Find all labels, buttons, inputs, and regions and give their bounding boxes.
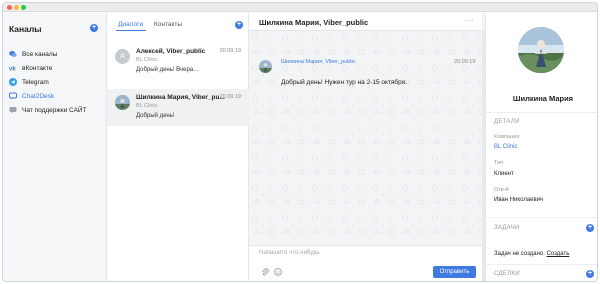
chat-bubble-icon	[9, 106, 17, 114]
active-tab-indicator	[116, 30, 146, 31]
message-composer: Напишите что-нибудь Отправить	[249, 245, 482, 281]
details-section-title: ДЕТАЛИ	[494, 119, 520, 125]
chat-title: Шилкина Мария, Viber_public	[259, 18, 369, 27]
window-titlebar	[3, 3, 597, 12]
dialog-last-message: Добрый день!	[136, 113, 175, 119]
minimize-window-button[interactable]	[14, 5, 19, 10]
tab-dialogs[interactable]: Диалоги	[118, 21, 143, 28]
dialog-list-item-selected[interactable]: Шилкина Мария, Viber_pu... 20.09.19 BL C…	[107, 89, 249, 126]
send-button[interactable]: Отправить	[433, 266, 476, 278]
attach-icon[interactable]	[261, 268, 269, 276]
dialogs-tabs: Диалоги Контакты +	[107, 13, 248, 31]
sidebar-item-vkontakte[interactable]: vk вКонтакте	[9, 63, 52, 73]
tasks-section-title: ЗАДАЧИ	[494, 225, 520, 231]
divider	[486, 264, 597, 265]
add-task-button[interactable]: +	[586, 224, 594, 232]
sidebar-item-label: вКонтакте	[22, 64, 53, 72]
contact-details-panel: Шилкина Мария ДЕТАЛИ Компания BL Clinic …	[485, 13, 597, 281]
sidebar-item-telegram[interactable]: Telegram	[9, 77, 49, 87]
responsible-label: Отв-й	[494, 187, 509, 193]
dialog-last-message: Добрый день! Вчера...	[136, 67, 199, 73]
dialog-name: Шилкина Мария, Viber_pu...	[136, 94, 225, 101]
message-sender[interactable]: Шилкина Мария, Viber_public	[281, 59, 355, 65]
dialog-date: 20.09.19	[219, 48, 241, 54]
create-task-link[interactable]: Создать	[547, 251, 570, 257]
profile-photo	[518, 27, 564, 73]
dialog-company: BL Clinic	[136, 103, 158, 109]
sidebar-item-label: Все каналы	[22, 50, 58, 58]
add-deal-button[interactable]: +	[586, 270, 594, 278]
sidebar-item-site-support[interactable]: Чат поддержки САЙТ	[9, 105, 87, 115]
svg-text:vk: vk	[9, 67, 16, 73]
chat2desk-icon	[9, 92, 17, 100]
chat-bubbles-icon	[9, 50, 17, 58]
dialog-company: BL Clinic	[136, 57, 158, 63]
add-channel-button[interactable]: +	[90, 24, 98, 32]
divider	[486, 217, 597, 218]
deals-section-title: СДЕЛКИ	[494, 271, 520, 277]
chat-header: Шилкина Мария, Viber_public ···	[249, 13, 482, 31]
tab-contacts[interactable]: Контакты	[154, 21, 182, 28]
sidebar-item-label: Чат поддержки САЙТ	[22, 106, 87, 114]
telegram-icon	[9, 78, 17, 86]
dialog-date: 20.09.19	[219, 94, 241, 100]
channels-title: Каналы	[9, 24, 42, 34]
dialog-name: Алексей, Viber_public	[136, 48, 206, 55]
divider	[486, 112, 597, 113]
sidebar-item-label: Telegram	[22, 78, 49, 86]
dialog-list-item[interactable]: А Алексей, Viber_public 20.09.19 BL Clin…	[107, 43, 249, 80]
more-menu-icon[interactable]: ···	[465, 16, 475, 25]
channels-sidebar: Каналы + Все каналы vk вКонтакте Telegra…	[3, 13, 107, 281]
tasks-empty-label: Задач не создано.	[494, 251, 545, 257]
close-window-button[interactable]	[7, 5, 12, 10]
company-value[interactable]: BL Clinic	[494, 144, 517, 150]
app-window: Каналы + Все каналы vk вКонтакте Telegra…	[2, 2, 598, 282]
chat-panel: Шилкина Мария, Viber_public ··· Шилкина …	[249, 13, 485, 281]
emoji-icon[interactable]	[274, 268, 282, 276]
company-label: Компания	[494, 134, 520, 140]
dialogs-panel: Диалоги Контакты + А Алексей, Viber_publ…	[107, 13, 249, 281]
vk-icon: vk	[9, 64, 17, 73]
tasks-empty-text: Задач не создано. Создать	[494, 251, 569, 257]
type-value: Клиент	[494, 171, 514, 177]
message-avatar	[259, 60, 272, 73]
maximize-window-button[interactable]	[21, 5, 26, 10]
responsible-value: Иван Николаевич	[494, 197, 544, 203]
message-input[interactable]: Напишите что-нибудь	[259, 250, 320, 256]
sidebar-item-chat2desk[interactable]: Chat2Desk	[9, 91, 54, 101]
sidebar-item-label: Chat2Desk	[22, 92, 55, 100]
sidebar-item-all-channels[interactable]: Все каналы	[9, 49, 57, 59]
message-date: 20.09.19	[454, 59, 476, 65]
avatar: А	[115, 49, 130, 64]
message-text: Добрый день! Нужен тур на 2-15 октября.	[281, 79, 408, 86]
type-label: Тип	[494, 160, 504, 166]
avatar	[115, 95, 130, 110]
contact-name: Шилкина Мария	[512, 94, 574, 103]
new-dialog-button[interactable]: +	[235, 21, 243, 29]
